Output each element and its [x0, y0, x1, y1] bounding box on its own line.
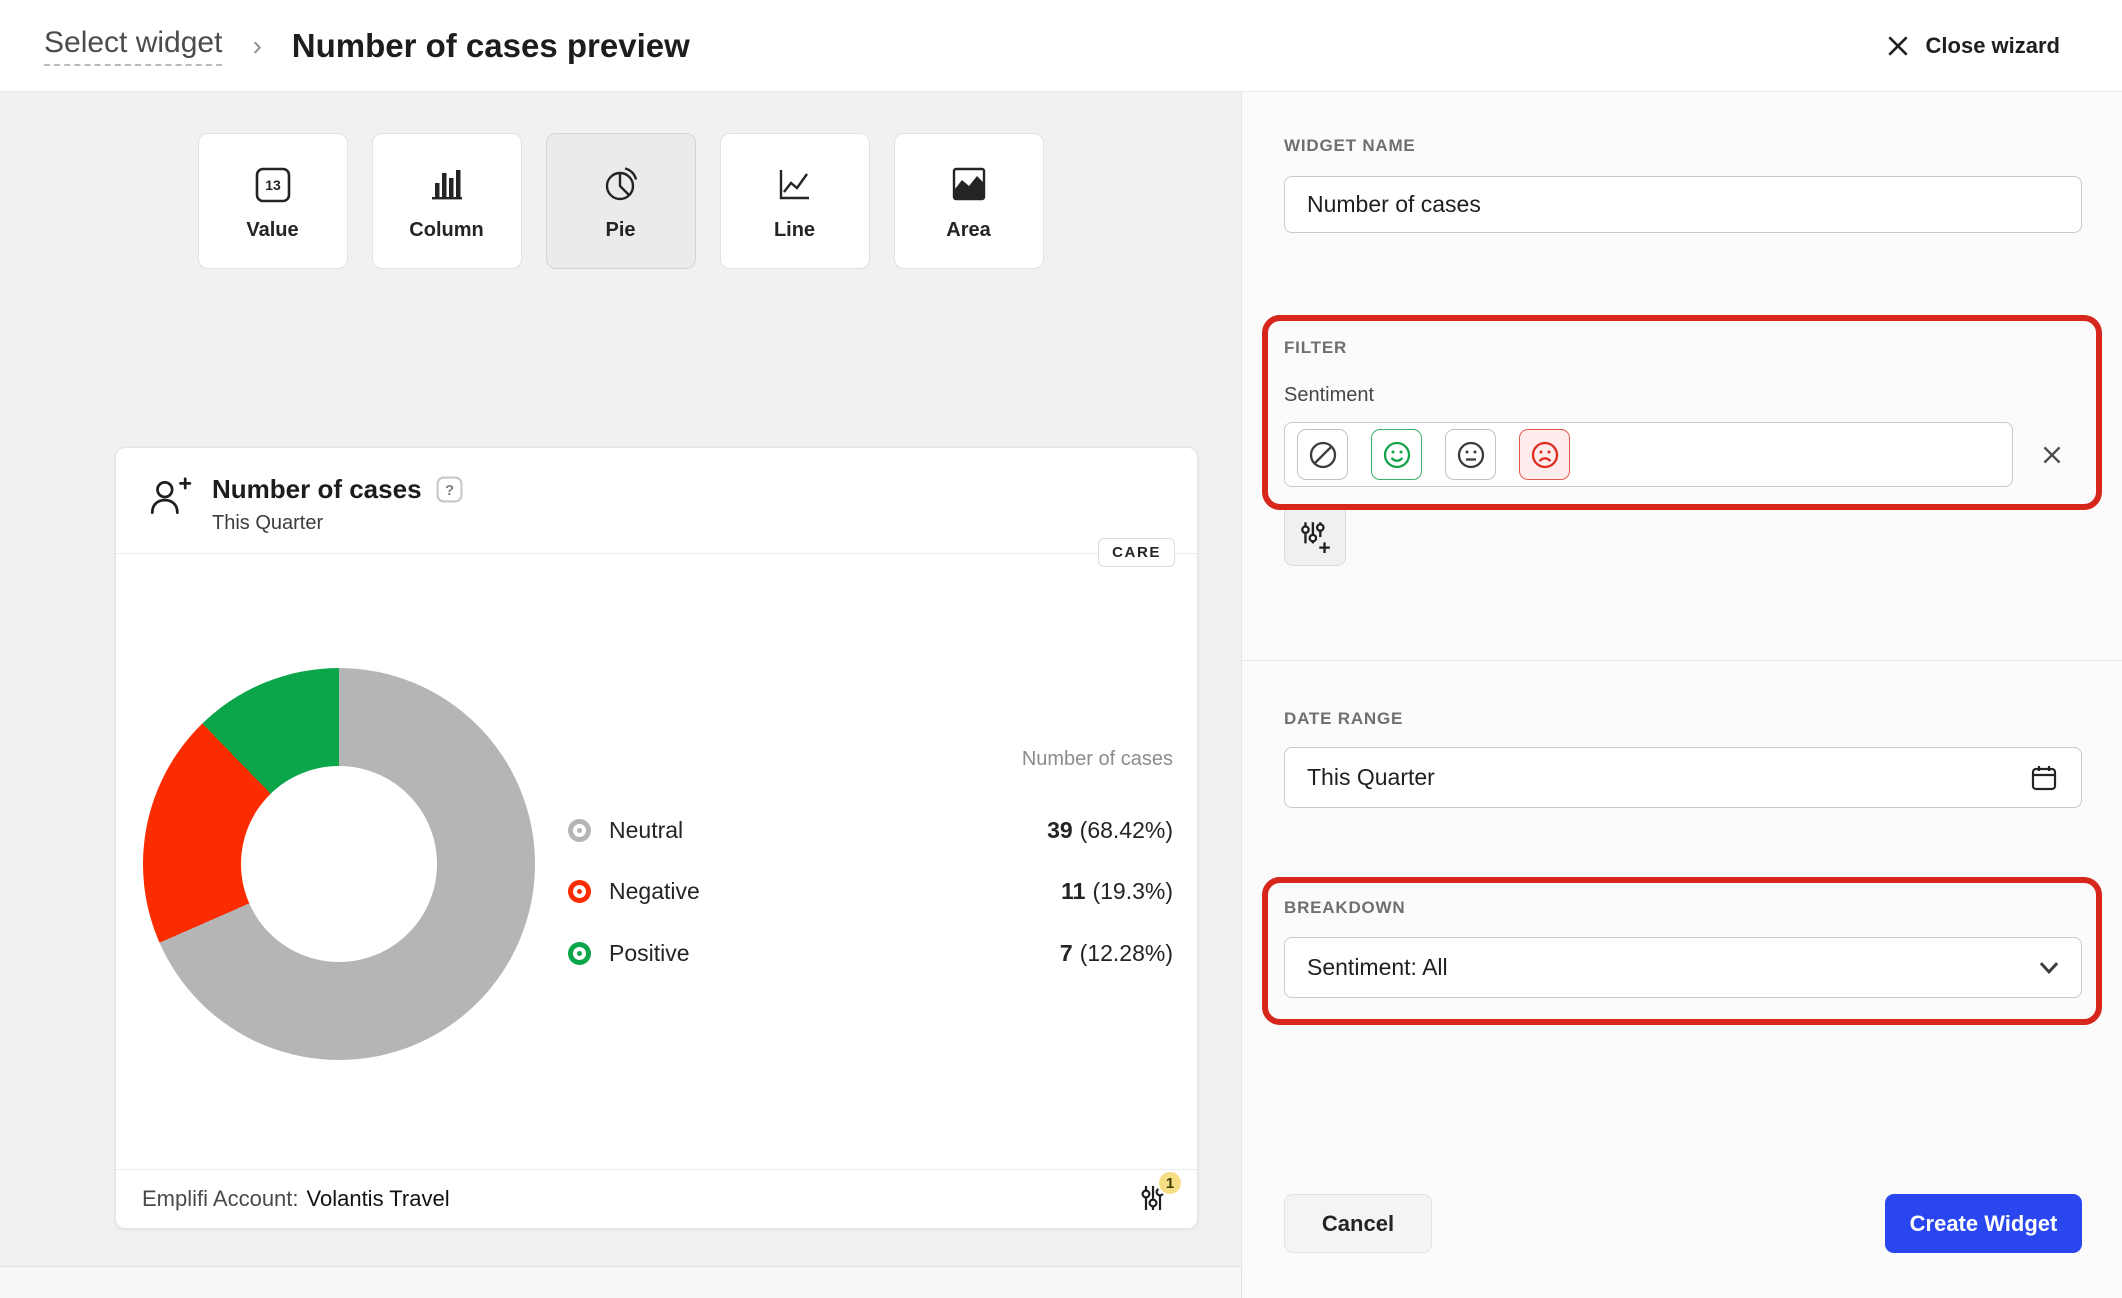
no-sentiment-option[interactable]	[1297, 429, 1348, 480]
chevron-down-icon	[2039, 961, 2059, 974]
neutral-sentiment-option[interactable]	[1445, 429, 1496, 480]
add-filter-button[interactable]	[1284, 505, 1346, 566]
donut-chart	[143, 668, 535, 1060]
chart-type-label: Pie	[605, 219, 635, 242]
legend-dot	[568, 942, 591, 965]
neutral-sentiment-icon	[1454, 438, 1488, 472]
breakdown-label: BREAKDOWN	[1284, 898, 1405, 918]
negative-sentiment-icon	[1528, 438, 1562, 472]
wizard-header: Select widget › Number of cases preview …	[0, 0, 2122, 92]
pie-chart-icon	[598, 161, 644, 207]
breadcrumb-chevron-icon: ›	[252, 30, 261, 62]
preview-date-range: This Quarter	[212, 512, 463, 535]
legend-value: 39(68.42%)	[1047, 817, 1173, 844]
filter-count-badge: 1	[1157, 1170, 1183, 1196]
positive-sentiment-icon	[1380, 438, 1414, 472]
clear-icon	[2039, 442, 2065, 468]
positive-sentiment-option[interactable]	[1371, 429, 1422, 480]
preview-area: 13 Value Column Pie	[0, 92, 1241, 1266]
filter-label: FILTER	[1284, 338, 1347, 358]
svg-text:13: 13	[265, 177, 281, 193]
preview-card-footer: Emplifi Account: Volantis Travel 1	[116, 1169, 1197, 1228]
legend-dot	[568, 819, 591, 842]
legend-row: Neutral 39(68.42%)	[568, 809, 1173, 851]
sentiment-filter-field[interactable]	[1284, 422, 2013, 487]
account-value: Volantis Travel	[307, 1186, 450, 1212]
chart-type-value[interactable]: 13 Value	[198, 133, 348, 269]
preview-filters-button[interactable]: 1	[1137, 1182, 1171, 1216]
widget-name-label: WIDGET NAME	[1284, 136, 1416, 156]
chart-type-label: Column	[409, 219, 483, 242]
clear-filter-button[interactable]	[2037, 440, 2067, 470]
area-chart-icon	[946, 161, 992, 207]
chart-type-label: Area	[946, 219, 990, 242]
close-wizard-label: Close wizard	[1926, 33, 2060, 59]
preview-card-header: Number of cases ? This Quarter	[146, 474, 463, 535]
widget-name-input[interactable]: Number of cases	[1284, 176, 2082, 233]
sentiment-filter-label: Sentiment	[1284, 384, 1374, 407]
legend-label: Neutral	[609, 817, 683, 844]
line-chart-icon	[772, 161, 818, 207]
chart-type-line[interactable]: Line	[720, 133, 870, 269]
close-icon	[1885, 33, 1911, 59]
divider	[116, 553, 1197, 554]
divider	[1242, 660, 2122, 661]
legend-row: Positive 7(12.28%)	[568, 932, 1173, 974]
date-range-value: This Quarter	[1307, 764, 1435, 791]
widget-preview-card: Number of cases ? This Quarter CARE Numb…	[115, 447, 1198, 1229]
donut-hole	[241, 766, 437, 962]
widget-settings-panel: WIDGET NAME Number of cases FILTER Senti…	[1241, 92, 2122, 1298]
chart-type-area[interactable]: Area	[894, 133, 1044, 269]
legend-label: Negative	[609, 878, 700, 905]
widget-name-value: Number of cases	[1307, 191, 1481, 218]
close-wizard-button[interactable]: Close wizard	[1885, 33, 2060, 59]
create-widget-button[interactable]: Create Widget	[1885, 1194, 2082, 1253]
date-range-label: DATE RANGE	[1284, 709, 1403, 729]
add-filter-icon	[1297, 518, 1333, 554]
chart-type-label: Line	[774, 219, 815, 242]
bottom-strip	[0, 1266, 1241, 1298]
legend-value: 7(12.28%)	[1060, 940, 1173, 967]
chart-type-pie[interactable]: Pie	[546, 133, 696, 269]
chart-type-column[interactable]: Column	[372, 133, 522, 269]
legend-label: Positive	[609, 940, 690, 967]
date-range-select[interactable]: This Quarter	[1284, 747, 2082, 808]
value-icon: 13	[250, 161, 296, 207]
account-label: Emplifi Account:	[142, 1186, 299, 1212]
negative-sentiment-option[interactable]	[1519, 429, 1570, 480]
legend-column-header: Number of cases	[1022, 748, 1173, 771]
calendar-icon	[2029, 763, 2059, 793]
legend-dot	[568, 880, 591, 903]
legend-row: Negative 11(19.3%)	[568, 870, 1173, 912]
chart-type-label: Value	[246, 219, 298, 242]
help-icon[interactable]: ?	[436, 476, 463, 503]
widget-wizard: Select widget › Number of cases preview …	[0, 0, 2122, 1298]
breakdown-select[interactable]: Sentiment: All	[1284, 937, 2082, 998]
breakdown-value: Sentiment: All	[1307, 954, 1448, 981]
care-badge: CARE	[1098, 538, 1175, 567]
no-sentiment-icon	[1306, 438, 1340, 472]
cancel-button[interactable]: Cancel	[1284, 1194, 1432, 1253]
preview-title: Number of cases	[212, 474, 422, 505]
legend-value: 11(19.3%)	[1061, 878, 1173, 905]
column-chart-icon	[424, 161, 470, 207]
page-title: Number of cases preview	[292, 27, 690, 65]
care-contact-icon	[146, 474, 192, 520]
svg-text:?: ?	[445, 483, 454, 499]
breadcrumb-select-widget[interactable]: Select widget	[44, 26, 222, 66]
chart-type-selector: 13 Value Column Pie	[0, 133, 1241, 269]
